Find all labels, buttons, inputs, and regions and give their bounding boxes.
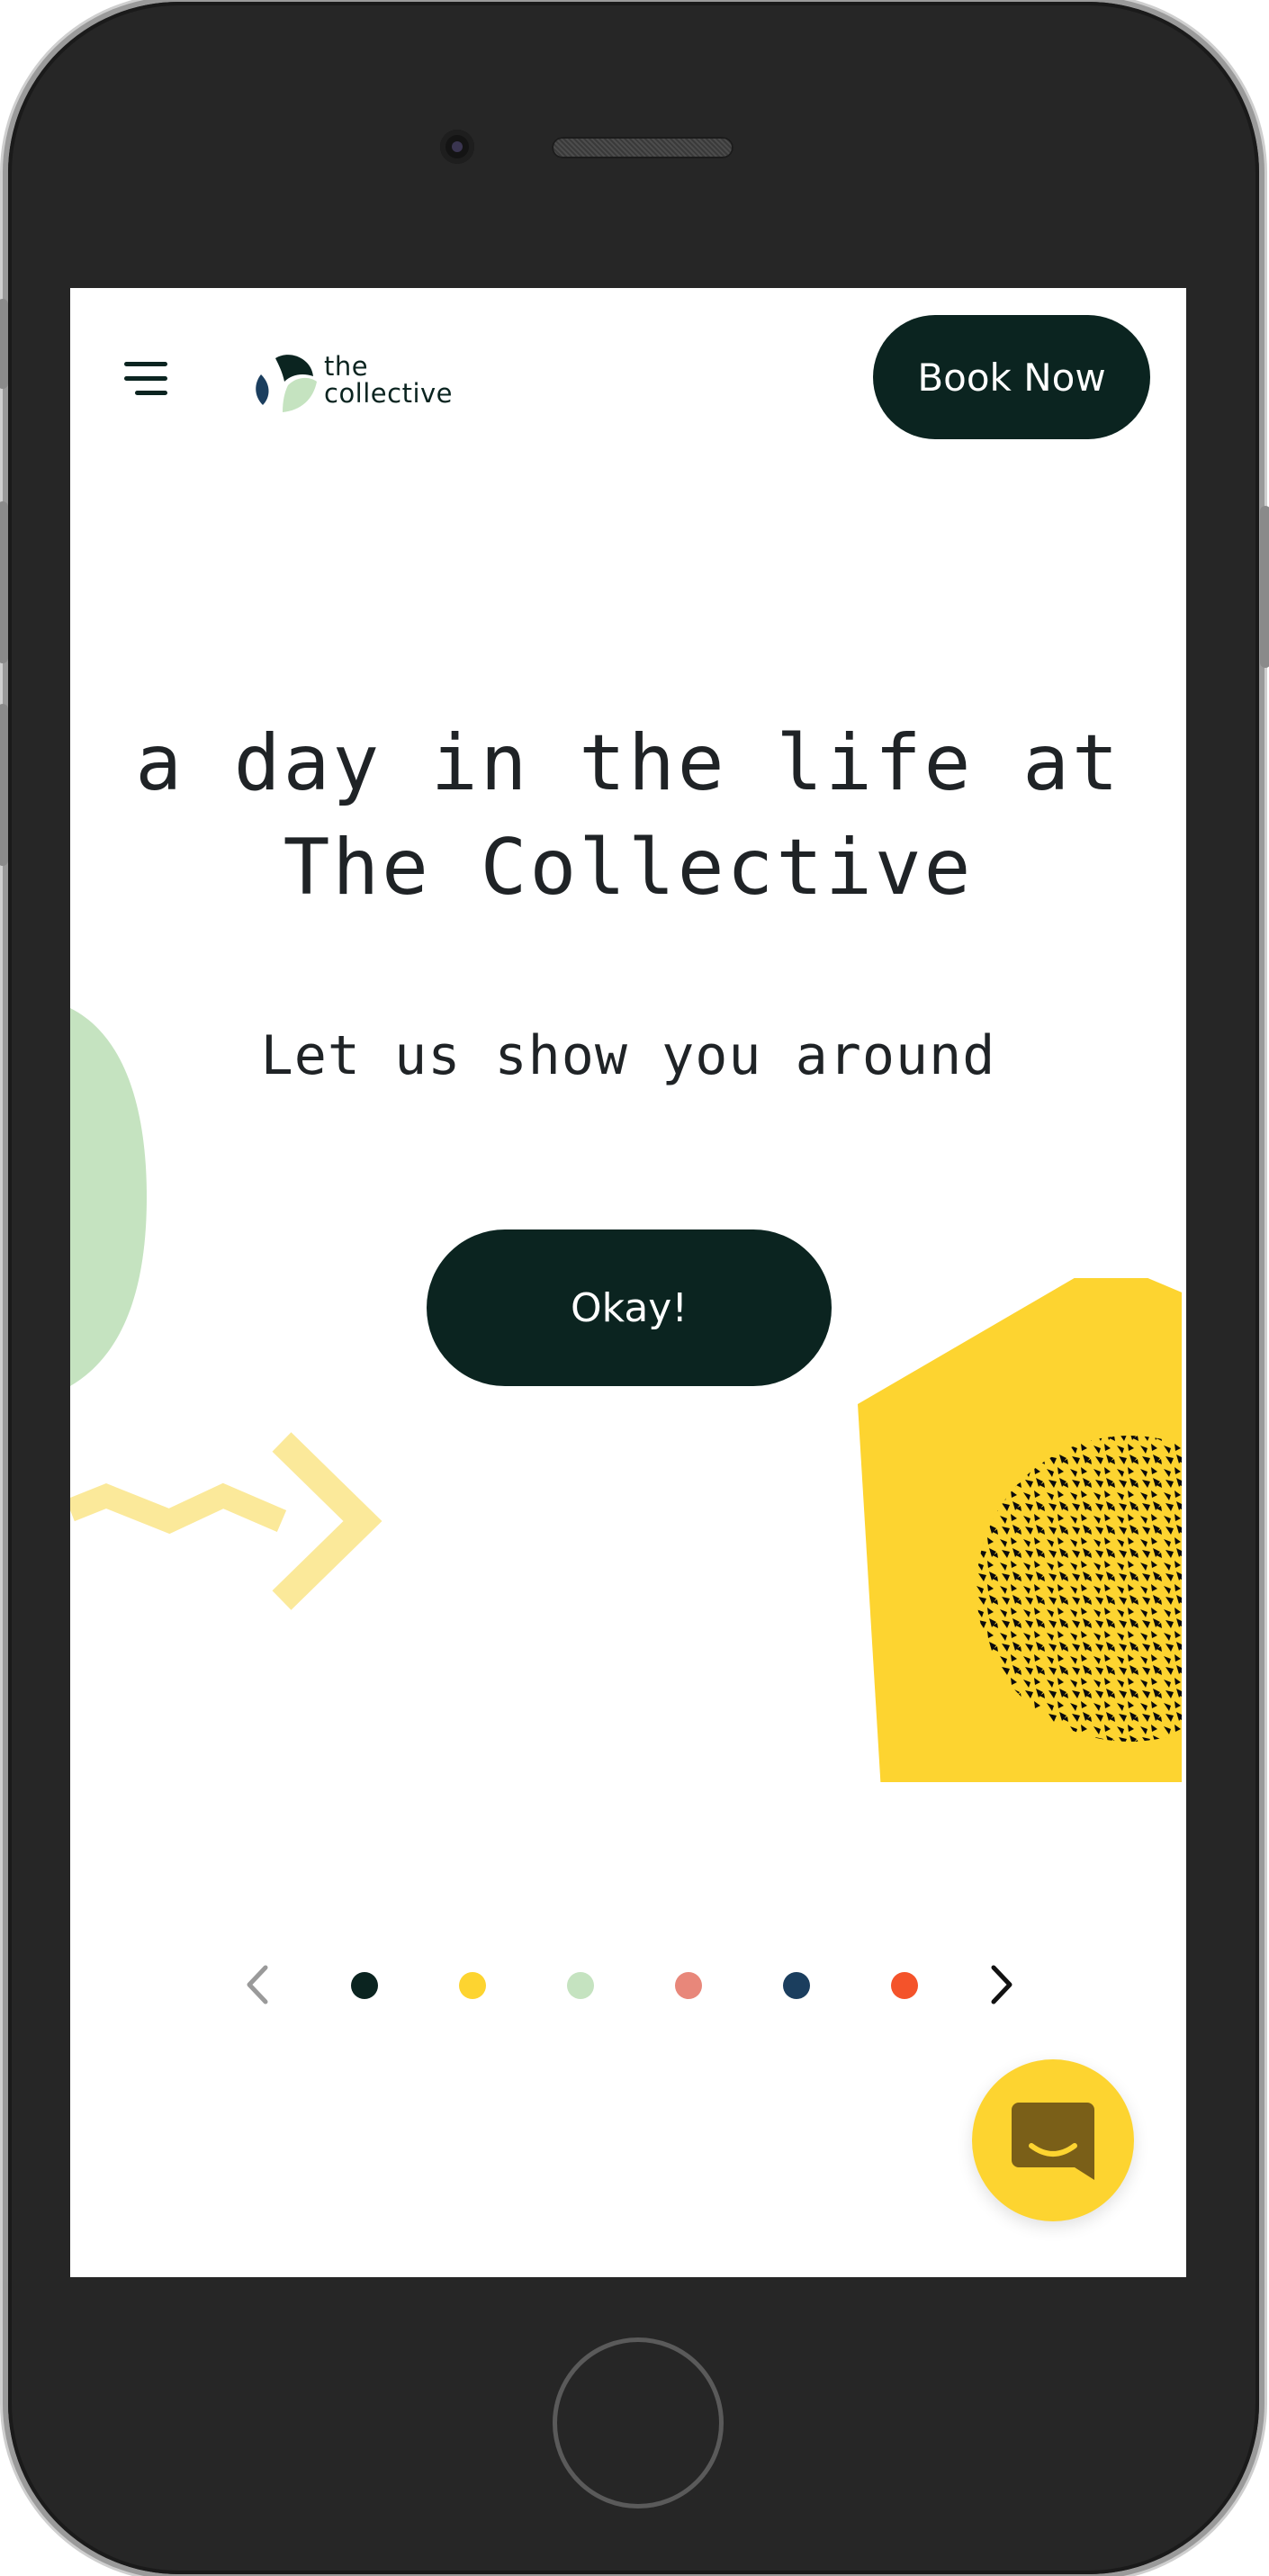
yellow-pentagon-shape — [858, 1278, 1182, 1782]
slide-pager — [241, 1944, 1105, 2025]
logo[interactable]: the collective — [248, 346, 464, 418]
pager-dot-3[interactable] — [567, 1972, 594, 1999]
zigzag-arrow-shape — [70, 1432, 382, 1610]
earpiece-speaker — [552, 137, 734, 158]
chevron-right-icon[interactable] — [979, 1962, 1024, 2007]
chevron-left-icon[interactable] — [237, 1962, 282, 2007]
mute-switch — [0, 299, 8, 389]
chat-smile-icon — [1012, 2103, 1094, 2180]
volume-up-button — [0, 501, 8, 663]
leaf-logo-icon — [256, 355, 317, 412]
chat-launcher-button[interactable] — [972, 2059, 1134, 2221]
pager-dot-4[interactable] — [675, 1972, 702, 1999]
hero-subtitle: Let us show you around — [260, 1024, 996, 1087]
hamburger-icon[interactable] — [124, 362, 169, 398]
power-button — [1260, 506, 1269, 668]
pager-dot-2[interactable] — [459, 1972, 486, 1999]
home-button[interactable] — [553, 2337, 724, 2508]
hero-title: a day in the life at The Collective — [70, 711, 1186, 920]
logo-line-2: collective — [324, 378, 454, 409]
hero-title-line-1: a day in the life at — [135, 718, 1121, 808]
hero-title-line-2: The Collective — [283, 823, 974, 913]
volume-down-button — [0, 704, 8, 866]
front-camera — [440, 130, 474, 164]
book-now-button[interactable]: Book Now — [873, 315, 1150, 439]
pager-dot-1[interactable] — [351, 1972, 378, 1999]
pager-dot-6[interactable] — [891, 1972, 918, 1999]
okay-button[interactable]: Okay! — [427, 1229, 832, 1386]
logo-line-1: the — [324, 351, 369, 382]
app-screen: the collective Book Now a day in the lif… — [70, 288, 1186, 2277]
pager-dot-5[interactable] — [783, 1972, 810, 1999]
